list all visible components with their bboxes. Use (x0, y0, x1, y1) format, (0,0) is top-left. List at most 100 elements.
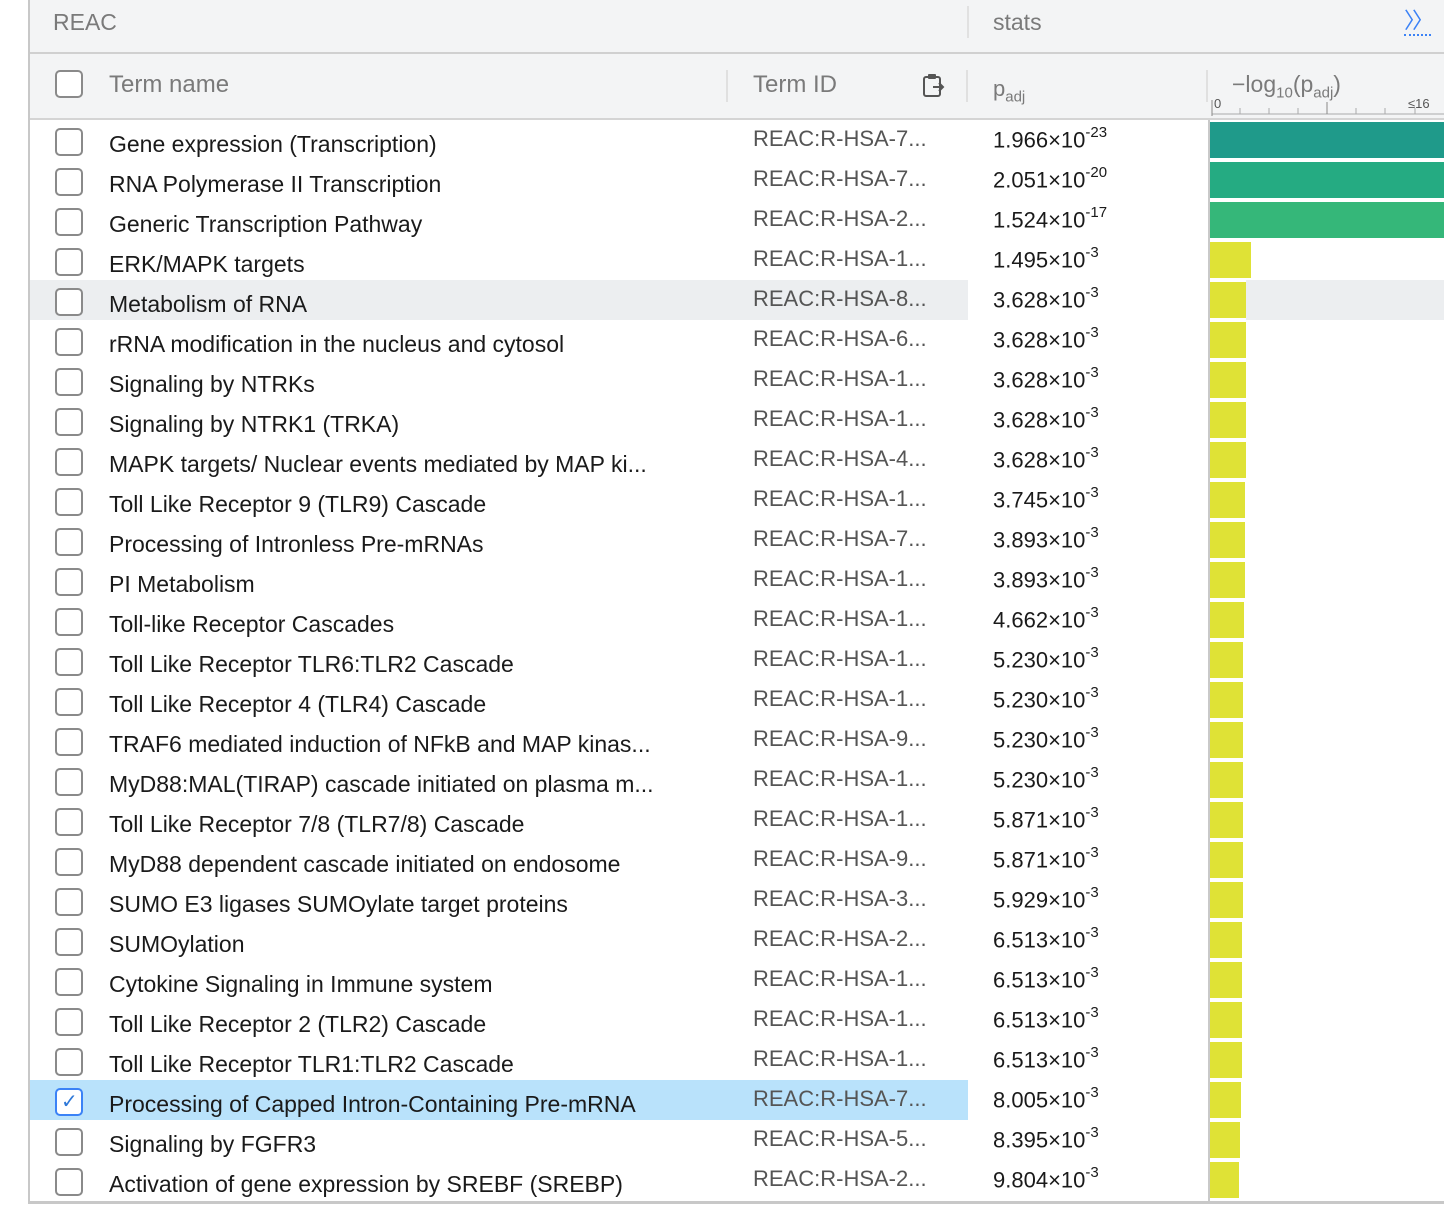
row-checkbox[interactable] (55, 848, 83, 876)
term-name[interactable]: Generic Transcription Pathway (109, 211, 422, 238)
term-id[interactable]: REAC:R-HSA-7... (753, 166, 927, 192)
term-name[interactable]: Processing of Intronless Pre-mRNAs (109, 531, 484, 558)
term-name[interactable]: rRNA modification in the nucleus and cyt… (109, 331, 564, 358)
table-row[interactable]: Toll Like Receptor 2 (TLR2) Cascade REAC:… (28, 1000, 1444, 1040)
table-row[interactable]: Signaling by NTRKs REAC:R-HSA-1... 3.628×1… (28, 360, 1444, 400)
term-id[interactable]: REAC:R-HSA-1... (753, 246, 927, 272)
term-id[interactable]: REAC:R-HSA-4... (753, 446, 927, 472)
term-name[interactable]: Toll Like Receptor 7/8 (TLR7/8) Cascade (109, 811, 524, 838)
term-id[interactable]: REAC:R-HSA-9... (753, 726, 927, 752)
row-checkbox[interactable] (55, 688, 83, 716)
table-row[interactable]: Signaling by NTRK1 (TRKA) REAC:R-HSA-1...… (28, 400, 1444, 440)
padj-column-header[interactable]: padj (993, 76, 1025, 105)
term-name[interactable]: Cytokine Signaling in Immune system (109, 971, 493, 998)
row-checkbox[interactable] (55, 968, 83, 996)
term-id[interactable]: REAC:R-HSA-2... (753, 206, 927, 232)
term-name[interactable]: MyD88:MAL(TIRAP) cascade initiated on pl… (109, 771, 654, 798)
table-row[interactable]: Toll Like Receptor TLR6:TLR2 Cascade REAC… (28, 640, 1444, 680)
row-checkbox[interactable] (55, 248, 83, 276)
term-id[interactable]: REAC:R-HSA-7... (753, 126, 927, 152)
table-row[interactable]: MyD88:MAL(TIRAP) cascade initiated on pl… (28, 760, 1444, 800)
table-row[interactable]: RNA Polymerase II Transcription REAC:R-HS… (28, 160, 1444, 200)
term-id[interactable]: REAC:R-HSA-1... (753, 966, 927, 992)
term-id[interactable]: REAC:R-HSA-1... (753, 806, 927, 832)
select-all-checkbox[interactable] (55, 70, 83, 98)
term-id[interactable]: REAC:R-HSA-3... (753, 886, 927, 912)
expand-columns-icon[interactable]: 〉〉 (1404, 8, 1434, 36)
term-id[interactable]: REAC:R-HSA-1... (753, 606, 927, 632)
term-id[interactable]: REAC:R-HSA-6... (753, 326, 927, 352)
term-id[interactable]: REAC:R-HSA-1... (753, 366, 927, 392)
column-divider[interactable] (726, 70, 728, 102)
row-checkbox[interactable] (55, 768, 83, 796)
table-row[interactable]: Cytokine Signaling in Immune system REAC:… (28, 960, 1444, 1000)
term-name[interactable]: SUMO E3 ligases SUMOylate target protein… (109, 891, 568, 918)
table-row[interactable]: Metabolism of RNA REAC:R-HSA-8... 3.628×10… (28, 280, 1444, 320)
term-id[interactable]: REAC:R-HSA-2... (753, 926, 927, 952)
term-id[interactable]: REAC:R-HSA-1... (753, 1006, 927, 1032)
term-id[interactable]: REAC:R-HSA-1... (753, 766, 927, 792)
term-id[interactable]: REAC:R-HSA-7... (753, 1086, 927, 1112)
term-id[interactable]: REAC:R-HSA-1... (753, 686, 927, 712)
term-name[interactable]: Toll Like Receptor 9 (TLR9) Cascade (109, 491, 486, 518)
table-row[interactable]: SUMOylation REAC:R-HSA-2... 6.513×10-3 (28, 920, 1444, 960)
term-name[interactable]: Metabolism of RNA (109, 291, 307, 318)
row-checkbox[interactable] (55, 928, 83, 956)
term-id[interactable]: REAC:R-HSA-1... (753, 566, 927, 592)
term-id[interactable]: REAC:R-HSA-1... (753, 486, 927, 512)
term-id[interactable]: REAC:R-HSA-2... (753, 1166, 927, 1192)
table-row[interactable]: ✓ Processing of Capped Intron-Containing … (28, 1080, 1444, 1120)
table-row[interactable]: TRAF6 mediated induction of NFkB and MAP… (28, 720, 1444, 760)
table-row[interactable]: Signaling by FGFR3 REAC:R-HSA-5... 8.395×1… (28, 1120, 1444, 1160)
term-name[interactable]: Toll Like Receptor 4 (TLR4) Cascade (109, 691, 486, 718)
row-checkbox[interactable] (55, 328, 83, 356)
row-checkbox[interactable] (55, 408, 83, 436)
row-checkbox[interactable] (55, 1128, 83, 1156)
row-checkbox[interactable] (55, 1168, 83, 1196)
row-checkbox[interactable] (55, 608, 83, 636)
table-row[interactable]: Activation of gene expression by SREBF (… (28, 1160, 1444, 1200)
term-name[interactable]: RNA Polymerase II Transcription (109, 171, 441, 198)
row-checkbox[interactable] (55, 648, 83, 676)
term-name[interactable]: PI Metabolism (109, 571, 255, 598)
row-checkbox[interactable] (55, 888, 83, 916)
row-checkbox[interactable] (55, 128, 83, 156)
table-row[interactable]: MyD88 dependent cascade initiated on end… (28, 840, 1444, 880)
copy-clipboard-icon[interactable] (921, 72, 945, 98)
column-divider[interactable] (1206, 70, 1208, 102)
row-checkbox[interactable] (55, 448, 83, 476)
row-checkbox[interactable] (55, 1048, 83, 1076)
term-name[interactable]: Signaling by NTRKs (109, 371, 315, 398)
term-name[interactable]: TRAF6 mediated induction of NFkB and MAP… (109, 731, 651, 758)
row-checkbox[interactable] (55, 728, 83, 756)
term-id[interactable]: REAC:R-HSA-1... (753, 406, 927, 432)
row-checkbox[interactable] (55, 568, 83, 596)
term-name[interactable]: Activation of gene expression by SREBF (… (109, 1171, 623, 1198)
row-checkbox[interactable]: ✓ (55, 1088, 83, 1116)
term-name-column-header[interactable]: Term name (109, 71, 229, 99)
column-divider[interactable] (966, 70, 968, 102)
table-row[interactable]: ERK/MAPK targets REAC:R-HSA-1... 1.495×10-… (28, 240, 1444, 280)
term-id[interactable]: REAC:R-HSA-5... (753, 1126, 927, 1152)
term-name[interactable]: Signaling by FGFR3 (109, 1131, 316, 1158)
table-row[interactable]: PI Metabolism REAC:R-HSA-1... 3.893×10-3 (28, 560, 1444, 600)
table-row[interactable]: SUMO E3 ligases SUMOylate target protein… (28, 880, 1444, 920)
table-row[interactable]: MAPK targets/ Nuclear events mediated by… (28, 440, 1444, 480)
row-checkbox[interactable] (55, 808, 83, 836)
term-id-column-header[interactable]: Term ID (753, 71, 837, 99)
table-row[interactable]: Toll-like Receptor Cascades REAC:R-HSA-1.… (28, 600, 1444, 640)
term-id[interactable]: REAC:R-HSA-1... (753, 646, 927, 672)
term-id[interactable]: REAC:R-HSA-9... (753, 846, 927, 872)
table-row[interactable]: Processing of Intronless Pre-mRNAs REAC:R… (28, 520, 1444, 560)
table-row[interactable]: Generic Transcription Pathway REAC:R-HSA-… (28, 200, 1444, 240)
term-name[interactable]: MAPK targets/ Nuclear events mediated by… (109, 451, 647, 478)
table-row[interactable]: Gene expression (Transcription) REAC:R-HS… (28, 120, 1444, 160)
term-name[interactable]: Toll Like Receptor 2 (TLR2) Cascade (109, 1011, 486, 1038)
term-id[interactable]: REAC:R-HSA-7... (753, 526, 927, 552)
table-row[interactable]: Toll Like Receptor 9 (TLR9) Cascade REAC:… (28, 480, 1444, 520)
row-checkbox[interactable] (55, 1008, 83, 1036)
term-name[interactable]: MyD88 dependent cascade initiated on end… (109, 851, 620, 878)
term-name[interactable]: SUMOylation (109, 931, 244, 958)
term-name[interactable]: ERK/MAPK targets (109, 251, 305, 278)
term-name[interactable]: Processing of Capped Intron-Containing P… (109, 1091, 636, 1118)
